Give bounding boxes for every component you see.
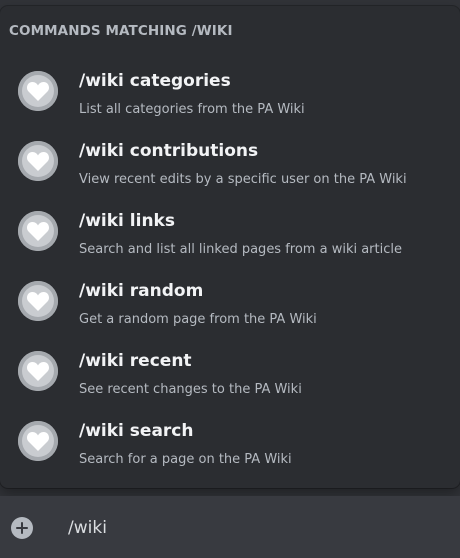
plus-circle-icon[interactable] [11,517,33,539]
command-description: View recent edits by a specific user on … [79,172,407,187]
message-composer [0,496,460,558]
command-description: Get a random page from the PA Wiki [79,312,317,327]
command-description: List all categories from the PA Wiki [79,102,305,117]
heart-icon [18,141,58,181]
message-input[interactable] [68,514,438,542]
command-list: /wiki categories List all categories fro… [0,56,460,476]
command-item-wiki-categories[interactable]: /wiki categories List all categories fro… [0,56,460,126]
command-item-wiki-random[interactable]: /wiki random Get a random page from the … [0,266,460,336]
command-name: /wiki recent [79,351,192,371]
command-name: /wiki random [79,281,204,301]
command-autocomplete-popup: COMMANDS MATCHING /WIKI /wiki categories… [0,6,460,488]
command-description: See recent changes to the PA Wiki [79,382,302,397]
chat-area: COMMANDS MATCHING /WIKI /wiki categories… [0,0,460,558]
command-name: /wiki contributions [79,141,259,161]
command-name: /wiki categories [79,71,231,91]
command-item-wiki-recent[interactable]: /wiki recent See recent changes to the P… [0,336,460,406]
heart-icon [18,211,58,251]
heart-icon [18,281,58,321]
command-item-wiki-search[interactable]: /wiki search Search for a page on the PA… [0,406,460,476]
heart-icon [18,421,58,461]
command-description: Search and list all linked pages from a … [79,242,402,257]
command-description: Search for a page on the PA Wiki [79,452,292,467]
heart-icon [18,351,58,391]
command-name: /wiki search [79,421,194,441]
command-name: /wiki links [79,211,175,231]
command-item-wiki-contributions[interactable]: /wiki contributions View recent edits by… [0,126,460,196]
autocomplete-header: COMMANDS MATCHING /WIKI [9,23,233,39]
heart-icon [18,71,58,111]
command-item-wiki-links[interactable]: /wiki links Search and list all linked p… [0,196,460,266]
